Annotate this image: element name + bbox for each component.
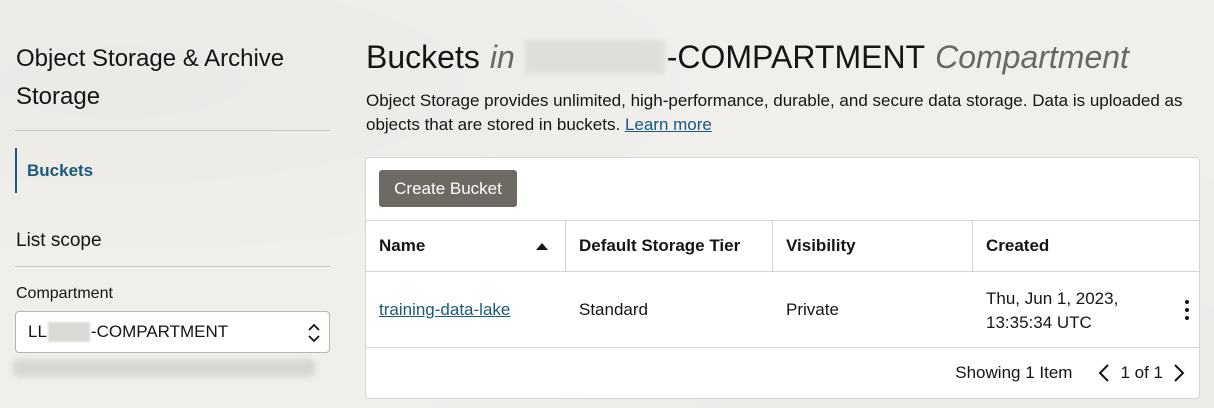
buckets-panel: Create Bucket Name Default Storage Tier …	[365, 157, 1200, 399]
title-suffix: Compartment	[935, 39, 1129, 75]
row-actions-kebab-icon[interactable]	[1183, 300, 1191, 320]
title-in: in	[489, 39, 515, 75]
redacted-text	[12, 359, 316, 377]
column-header-created[interactable]: Created	[973, 221, 1199, 271]
cell-name: training-data-lake	[366, 272, 566, 348]
page-indicator: 1 of 1	[1120, 363, 1163, 382]
cell-created: Thu, Jun 1, 2023, 13:35:34 UTC	[973, 272, 1173, 348]
compartment-select[interactable]: LL -COMPARTMENT	[15, 311, 330, 353]
column-header-storage-tier[interactable]: Default Storage Tier	[566, 221, 773, 271]
showing-count: Showing 1 Item	[955, 363, 1073, 382]
cell-storage-tier: Standard	[579, 300, 648, 319]
page-description: Object Storage provides unlimited, high-…	[366, 89, 1196, 137]
chevron-left-icon	[1099, 364, 1110, 382]
previous-page-button[interactable]	[1094, 361, 1114, 385]
created-date: Thu, Jun 1, 2023,	[986, 289, 1119, 308]
redacted-text	[524, 40, 665, 74]
table-footer: Showing 1 Item 1 of 1	[366, 348, 1199, 398]
chevron-right-icon	[1174, 364, 1185, 382]
page-title: Buckets in -COMPARTMENT Compartment	[366, 37, 1129, 77]
sidebar: Object Storage & Archive Storage Buckets…	[12, 0, 330, 408]
bucket-link[interactable]: training-data-lake	[379, 300, 510, 320]
column-header-name[interactable]: Name	[366, 221, 566, 271]
next-page-button[interactable]	[1169, 361, 1189, 385]
sidebar-item-buckets[interactable]: Buckets	[15, 148, 330, 193]
created-time: 13:35:34 UTC	[986, 313, 1092, 332]
redacted-text	[47, 322, 90, 342]
divider	[15, 266, 330, 267]
compartment-label: Compartment	[16, 285, 113, 302]
create-bucket-button[interactable]: Create Bucket	[379, 170, 517, 207]
cell-visibility: Private	[786, 300, 839, 319]
sort-ascending-icon	[536, 243, 548, 250]
learn-more-link[interactable]: Learn more	[625, 115, 712, 134]
title-prefix: Buckets	[366, 39, 480, 75]
table-row: training-data-lake Standard Private Thu,…	[366, 272, 1199, 348]
description-text: Object Storage provides unlimited, high-…	[366, 91, 1183, 134]
compartment-suffix: -COMPARTMENT	[90, 322, 229, 341]
compartment-prefix: LL	[28, 322, 47, 341]
list-scope-title: List scope	[16, 230, 102, 251]
title-compartment-name: -COMPARTMENT	[666, 39, 926, 75]
sidebar-title: Object Storage & Archive Storage	[16, 45, 285, 110]
divider	[15, 130, 330, 131]
column-header-visibility[interactable]: Visibility	[773, 221, 973, 271]
table-header: Name Default Storage Tier Visibility Cre…	[366, 220, 1199, 272]
sidebar-item-label: Buckets	[27, 160, 94, 180]
chevron-up-down-icon	[308, 323, 320, 343]
